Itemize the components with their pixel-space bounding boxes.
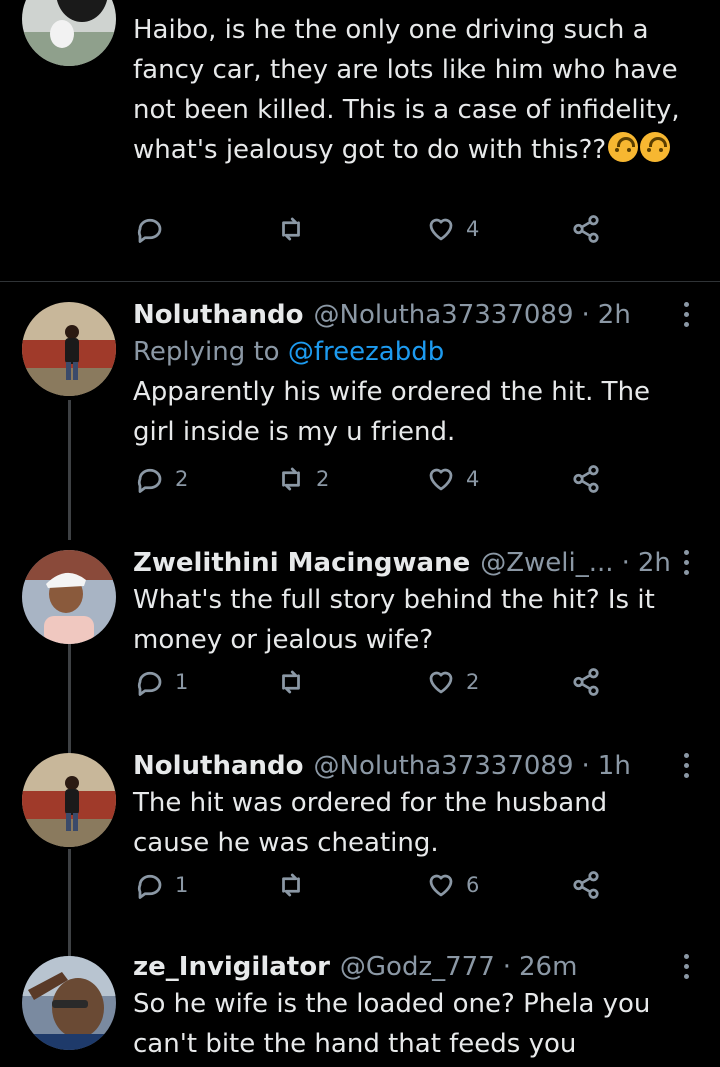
display-name[interactable]: Noluthando [133,749,304,783]
separator-dot: · [621,548,630,578]
avatar[interactable] [22,0,116,66]
tweet-header: Zwelithini Macingwane @Zweli_... · 2h [133,546,690,580]
avatar[interactable] [22,956,116,1050]
retweet-icon [282,467,300,491]
like-button[interactable]: 2 [426,667,479,697]
display-name[interactable]: Zwelithini Macingwane [133,546,470,580]
reply-button[interactable] [135,214,165,244]
avatar[interactable] [22,550,116,644]
like-icon [429,874,453,897]
share-button[interactable] [571,214,601,244]
upside-down-face-icon [608,132,639,162]
replying-to-handle[interactable]: @freezabdb [288,337,444,367]
timestamp[interactable]: 26m [519,950,577,984]
like-icon [429,671,453,694]
reply-button[interactable]: 1 [135,667,188,697]
share-icon [573,871,599,899]
more-icon[interactable] [684,753,690,778]
separator-dot: · [502,952,512,982]
user-handle[interactable]: @Zweli_... [480,546,613,580]
display-name[interactable]: Noluthando [133,298,304,332]
more-icon[interactable] [684,302,690,327]
reply-icon [137,874,162,899]
user-handle[interactable]: @Godz_777 [340,950,495,984]
tweet[interactable]: Noluthando @Nolutha37337089 · 2h Replyin… [0,282,720,540]
tweet-text: So he wife is the loaded one? Phela you … [133,989,651,1059]
tweet-header: ze_Invigilator @Godz_777 · 26m [133,950,690,984]
share-button[interactable] [571,667,601,697]
like-button[interactable]: 4 [426,214,479,244]
share-button[interactable] [571,464,601,494]
retweet-icon [282,873,300,897]
tweet[interactable]: Zwelithini Macingwane @Zweli_... · 2h Wh… [0,532,720,754]
reply-button[interactable]: 2 [135,464,188,494]
share-button[interactable] [571,870,601,900]
more-icon[interactable] [684,550,690,575]
retweet-button[interactable] [276,214,306,244]
tweet-text: What's the full story behind the hit? Is… [133,585,655,655]
tweet-header: Noluthando @Nolutha37337089 · 1h [133,749,690,783]
retweet-button[interactable] [276,870,306,900]
avatar[interactable] [22,302,116,396]
retweet-icon [282,670,300,694]
separator-dot: · [581,751,590,781]
tweet[interactable]: Noluthando @Nolutha37337089 · 1h The hit… [0,733,720,959]
tweet-text: Haibo, is he the only one driving such a… [133,15,680,165]
retweet-icon [282,217,300,241]
user-handle[interactable]: @Nolutha37337089 [314,749,574,783]
thread-line [68,400,71,540]
like-count: 6 [466,873,480,897]
tweet[interactable]: ze_Invigilator @Godz_777 · 26m So he wif… [0,938,720,1067]
like-button[interactable]: 4 [426,464,479,494]
reply-button[interactable]: 1 [135,870,188,900]
more-icon[interactable] [684,954,690,979]
retweet-button[interactable] [276,667,306,697]
tweet-header: Noluthando @Nolutha37337089 · 2h [133,298,690,332]
tweet-text: The hit was ordered for the husband caus… [133,788,608,858]
like-count: 2 [466,670,480,694]
reply-count: 2 [175,467,189,491]
like-count: 4 [466,217,480,241]
avatar[interactable] [22,753,116,847]
reply-icon [137,468,162,493]
user-handle[interactable]: @Nolutha37337089 [314,298,574,332]
tweet-text: Apparently his wife ordered the hit. The… [133,377,651,447]
share-icon [573,668,599,696]
share-icon [573,465,599,493]
reply-icon [137,218,162,243]
upside-down-face-icon [640,132,671,162]
tweet[interactable]: Haibo, is he the only one driving such a… [0,0,720,282]
like-icon [429,468,453,491]
reply-count: 1 [175,670,189,694]
reply-count: 1 [175,873,189,897]
retweet-count: 2 [316,467,330,491]
reply-icon [137,671,162,696]
timestamp[interactable]: 1h [598,749,631,783]
like-icon [429,218,453,241]
like-button[interactable]: 6 [426,870,479,900]
display-name[interactable]: ze_Invigilator [133,950,330,984]
replying-to: Replying to @freezabdb [133,337,445,367]
separator-dot: · [581,300,590,330]
retweet-button[interactable]: 2 [276,464,329,494]
share-icon [573,215,599,243]
like-count: 4 [466,467,480,491]
timestamp[interactable]: 2h [638,546,671,580]
timestamp[interactable]: 2h [598,298,631,332]
